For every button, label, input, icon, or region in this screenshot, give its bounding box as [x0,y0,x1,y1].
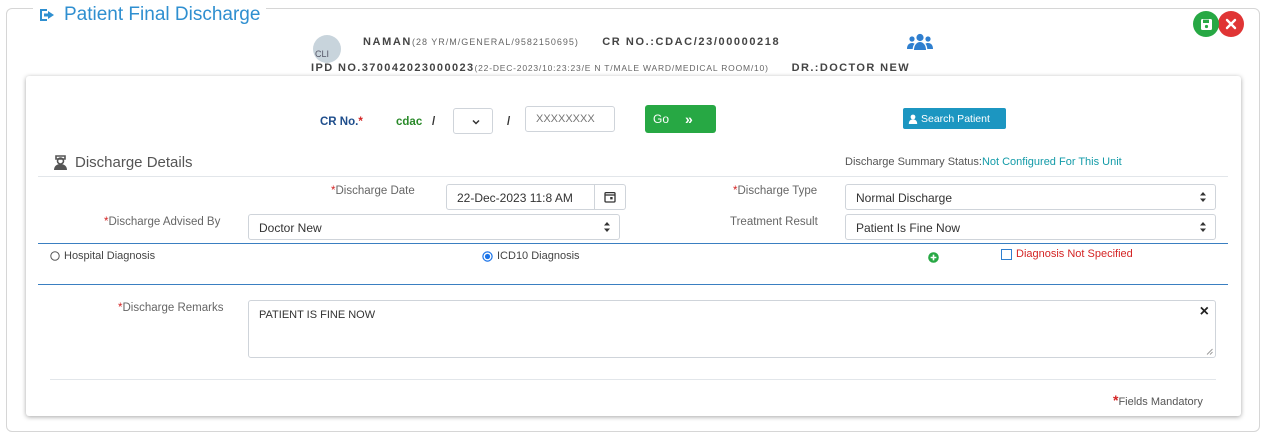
discharge-type-select[interactable]: Normal Discharge [845,184,1216,210]
page-title: Patient Final Discharge [64,4,261,25]
icd10-diagnosis-label: ICD10 Diagnosis [497,250,580,262]
discharge-remarks-label: *Discharge Remarks [118,302,224,314]
resize-handle-icon[interactable] [1206,348,1213,355]
discharge-type-label: *Discharge Type [733,185,818,197]
avatar: CLI [313,35,341,63]
patient-header: CLI NAMAN(28 YR/M/GENERAL/9582150695) CR… [307,27,1207,77]
sign-out-icon [40,9,54,21]
page-title-legend: Patient Final Discharge [33,3,267,27]
user-nurse-icon [54,155,67,170]
patient-name-detail: (28 YR/M/GENERAL/9582150695) [411,37,579,47]
calendar-icon [604,191,616,203]
close-button[interactable] [1218,11,1244,37]
calendar-button[interactable] [594,185,625,209]
search-patient-button[interactable]: Search Patient [903,108,1006,129]
footer-divider [50,379,1216,380]
ipd-number: IPD NO.370042023000023 [311,62,475,74]
diagnosis-divider-bottom [38,284,1228,285]
cr-slash-2: / [507,116,511,128]
chevron-down-icon [472,119,480,125]
diagnosis-not-specified-checkbox[interactable]: Diagnosis Not Specified [1001,248,1133,260]
diagnosis-divider-top [38,243,1228,244]
discharge-date-field[interactable]: 22-Dec-2023 11:8 AM [446,184,626,210]
checkbox-icon [1001,248,1012,260]
discharge-form-card: CR No.* cdac / / Go » Search Patient Dis… [26,76,1241,416]
users-icon [907,33,933,50]
discharge-advised-by-label: *Discharge Advised By [104,216,221,228]
discharge-details-header: Discharge Details [52,154,193,171]
sort-arrows-icon [1200,222,1206,232]
doctor-name: DR.:DOCTOR NEW [791,62,911,74]
discharge-remarks-textarea[interactable]: PATIENT IS FINE NOW × [248,300,1216,358]
cr-year-select[interactable] [453,108,493,134]
ipd-info-line: IPD NO.370042023000023(22-DEC-2023/10:23… [311,62,910,74]
cr-slash-1: / [432,116,436,128]
cr-number-input[interactable] [525,106,615,132]
go-label: Go [653,112,670,126]
double-chevron-right-icon: » [685,111,693,127]
treatment-result-select[interactable]: Patient Is Fine Now [845,214,1216,240]
clear-remarks-icon[interactable]: × [1200,303,1209,321]
radio-checked-icon [482,250,493,262]
discharge-date-label: *Discharge Date [331,185,415,197]
search-patient-label: Search Patient [921,112,990,125]
icd10-diagnosis-radio[interactable]: ICD10 Diagnosis [482,250,580,262]
discharge-details-title: Discharge Details [75,154,193,171]
cr-prefix: cdac [396,116,423,128]
discharge-summary-status: Discharge Summary Status:Not Configured … [845,156,1122,168]
patient-info-line: NAMAN(28 YR/M/GENERAL/9582150695) CR NO.… [363,36,780,48]
cr-no-label: CR No.* [320,116,363,128]
treatment-result-label: Treatment Result [730,216,818,228]
user-icon [908,114,918,124]
section-divider [38,176,1228,177]
ipd-detail: (22-DEC-2023/10:23:23/E N T/MALE WARD/ME… [474,63,769,73]
fields-mandatory-note: *Fields Mandatory [1113,392,1203,408]
go-button[interactable]: Go » [645,105,716,133]
summary-status-value: Not Configured For This Unit [981,156,1122,168]
hospital-diagnosis-label: Hospital Diagnosis [64,250,156,262]
diagnosis-not-specified-label: Diagnosis Not Specified [1016,248,1133,260]
patient-cr-no: CR NO.:CDAC/23/00000218 [602,36,781,48]
sort-arrows-icon [1200,192,1206,202]
sort-arrows-icon [604,222,610,232]
discharge-advised-by-select[interactable]: Doctor New [248,214,620,240]
hospital-diagnosis-radio[interactable]: Hospital Diagnosis [50,250,155,262]
patient-name: NAMAN [363,36,412,48]
plus-circle-icon[interactable] [928,252,939,263]
radio-unchecked-icon [50,251,60,261]
close-icon [1225,18,1237,30]
